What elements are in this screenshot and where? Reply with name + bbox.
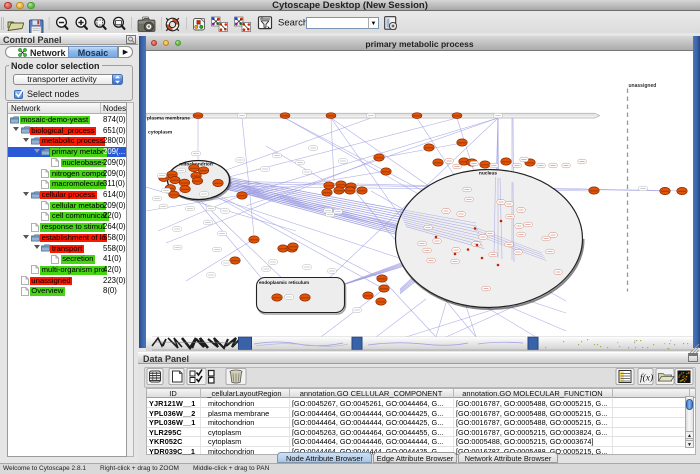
svg-text:endoplasmic reticulum: endoplasmic reticulum [259,280,309,285]
svg-text:unassigned: unassigned [629,83,657,89]
svg-text:f(x): f(x) [640,373,653,384]
svg-text:cytoplasm: cytoplasm [148,130,173,136]
svg-text:plasma membrane: plasma membrane [147,115,190,121]
svg-text:nucleus: nucleus [479,171,497,177]
